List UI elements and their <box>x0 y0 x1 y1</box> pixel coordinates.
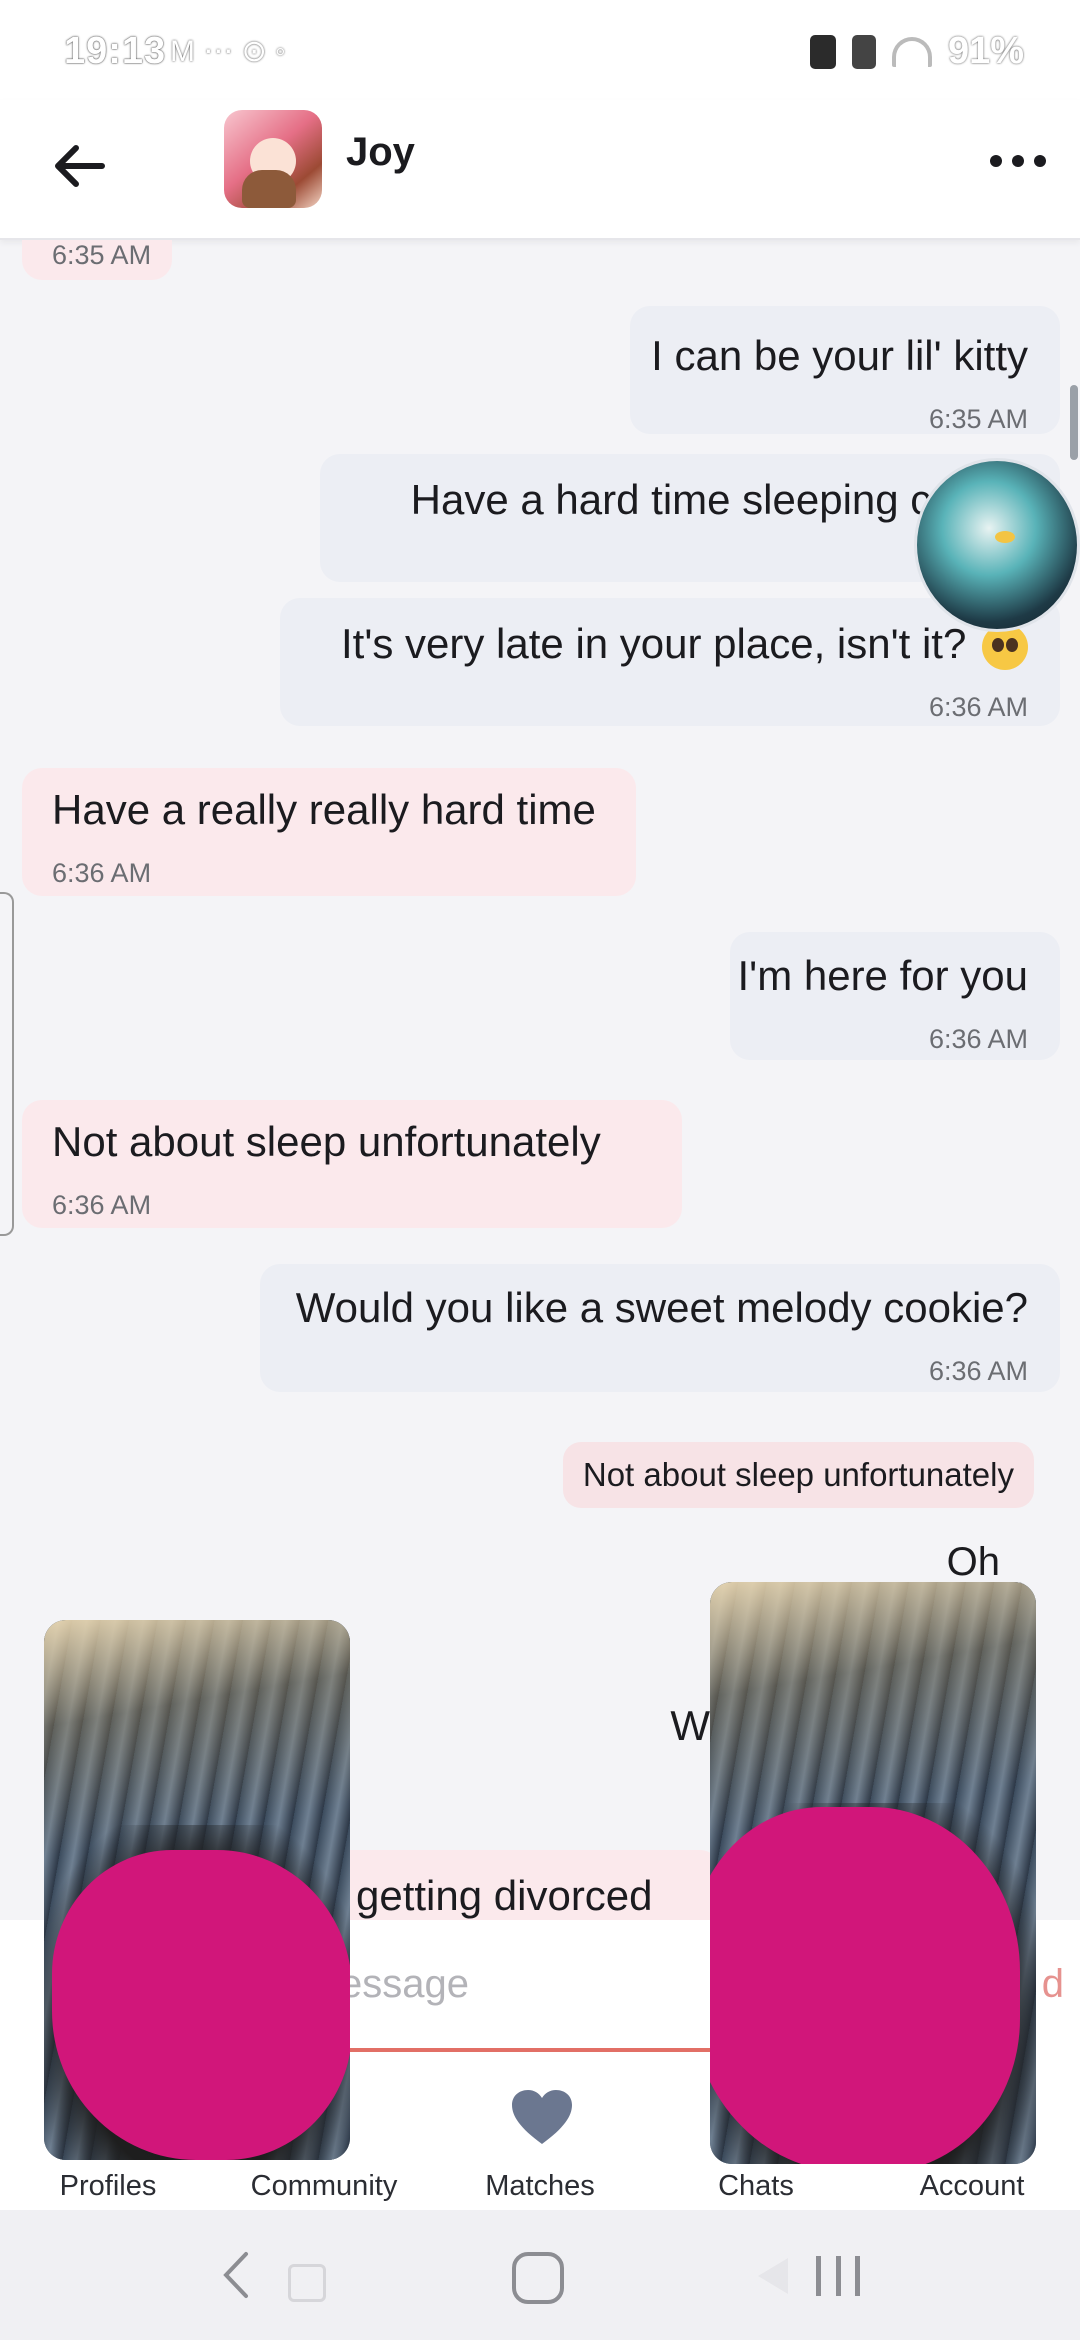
message-text: I can be your lil' kitty <box>651 332 1028 379</box>
message-time: 6:36 AM <box>52 1190 152 1220</box>
video-call-preview-right[interactable] <box>710 1582 1036 2164</box>
quoted-message[interactable]: Not about sleep unfortunately <box>562 1442 1034 1508</box>
alarm-icon <box>851 34 876 69</box>
system-back-icon[interactable] <box>216 2250 256 2300</box>
nav-label: Chats <box>718 2170 794 2202</box>
contact-avatar[interactable] <box>224 110 322 208</box>
system-recents-icon[interactable] <box>816 2256 860 2296</box>
nav-label: Profiles <box>59 2170 157 2202</box>
redaction-blob <box>710 1807 1020 2164</box>
overlay-triangle-icon <box>758 2258 788 2294</box>
battery-saver-icon <box>809 34 836 69</box>
message-text: Would you like a sweet melody cookie? <box>295 1284 1028 1331</box>
overlay-square-icon <box>288 2264 326 2302</box>
status-bar: 19:13 M ⋯ ⊙ ◦ 91% <box>0 0 1080 100</box>
redaction-blob <box>52 1850 350 2160</box>
nav-label: Community <box>250 2170 398 2202</box>
message-text: Oh <box>946 1540 1000 1584</box>
more-options-icon[interactable] <box>990 146 1046 176</box>
message-time: 6:36 AM <box>928 692 1028 722</box>
back-arrow-icon[interactable] <box>50 136 110 196</box>
avatar-bear <box>242 170 296 208</box>
message-text: getting divorced <box>356 1872 653 1919</box>
send-button[interactable]: d <box>1042 1962 1064 2007</box>
notification-icons: M ⋯ ⊙ ◦ <box>170 35 286 68</box>
message-text: Not about sleep unfortunately <box>52 1118 601 1165</box>
system-navigation-bar <box>0 2210 1080 2340</box>
wifi-icon <box>891 36 932 67</box>
system-home-icon[interactable] <box>512 2252 564 2304</box>
message-time: 6:36 AM <box>928 1024 1028 1054</box>
avatar-eye <box>995 531 1015 543</box>
message-text: Have a really really hard time <box>52 786 596 833</box>
nav-label: Account <box>919 2170 1025 2202</box>
message-input[interactable]: essage <box>340 1962 469 2007</box>
video-call-preview-left[interactable] <box>44 1620 350 2160</box>
message-text: W <box>670 1702 710 1749</box>
nav-label: Matches <box>485 2170 595 2202</box>
message-text: Have a hard time sleeping coo <box>410 476 978 523</box>
status-right-icons: 91% <box>809 30 1024 73</box>
heart-icon <box>512 2090 572 2144</box>
edge-panel-handle[interactable] <box>0 892 14 1236</box>
battery-level: 91% <box>947 30 1024 72</box>
message-time: 6:36 AM <box>52 858 152 888</box>
message-text-row: It's very late in your place, isn't it? <box>341 620 1028 670</box>
floating-bubble-avatar[interactable] <box>914 458 1080 632</box>
message-time: 6:35 AM <box>52 240 152 270</box>
message-text: I'm here for you <box>737 952 1028 999</box>
status-time: 19:13 <box>64 30 167 72</box>
message-time: 6:36 AM <box>928 1356 1028 1386</box>
chat-header: Joy <box>0 100 1080 240</box>
scrollbar-thumb[interactable] <box>1070 385 1078 460</box>
message-text: It's very late in your place, isn't it? <box>341 620 967 667</box>
contact-name[interactable]: Joy <box>346 130 415 175</box>
input-underline <box>340 2048 710 2052</box>
message-time: 6:35 AM <box>928 404 1028 434</box>
